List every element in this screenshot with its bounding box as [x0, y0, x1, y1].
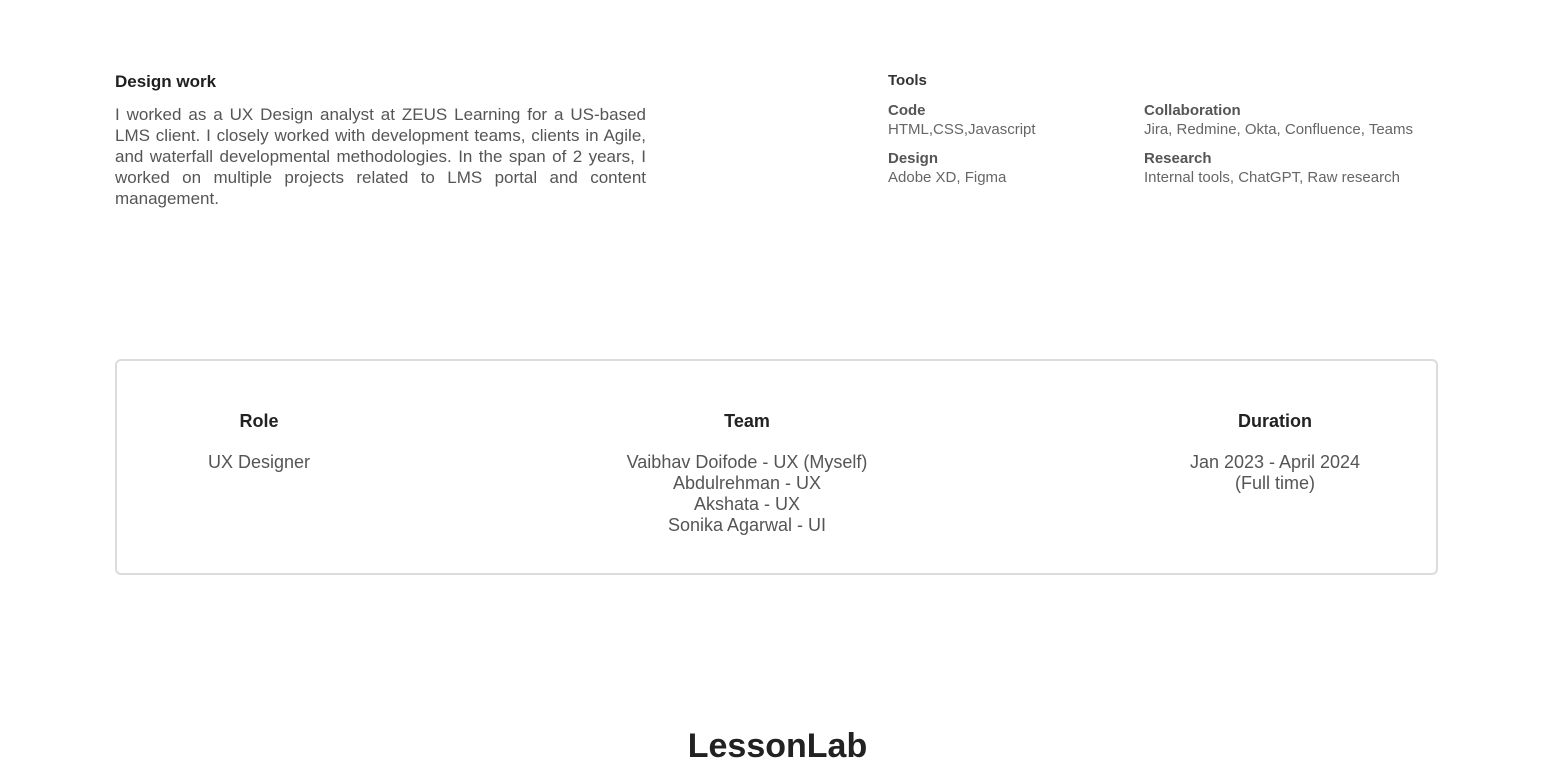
tools-grid: Code HTML,CSS,Javascript Collaboration J…: [888, 101, 1448, 187]
next-section-title: LessonLab: [687, 727, 868, 765]
team-lines: Vaibhav Doifode - UX (Myself) Abdulrehma…: [627, 452, 868, 536]
tool-research: Research Internal tools, ChatGPT, Raw re…: [1144, 149, 1444, 187]
tool-research-label: Research: [1144, 150, 1212, 167]
duration-title: Duration: [1238, 411, 1312, 431]
role-line: UX Designer: [207, 452, 311, 472]
duration-column: Duration Jan 2023 - April 2024 (Full tim…: [1190, 409, 1360, 494]
tools-title: Tools: [888, 72, 927, 89]
tool-collaboration: Collaboration Jira, Redmine, Okta, Confl…: [1144, 101, 1444, 139]
team-member: Akshata - UX: [693, 494, 801, 514]
team-column: Team Vaibhav Doifode - UX (Myself) Abdul…: [627, 409, 868, 536]
tool-code: Code HTML,CSS,Javascript: [888, 101, 1144, 139]
project-info-card: Role UX Designer Team Vaibhav Doifode - …: [115, 359, 1438, 575]
tool-design-value: Adobe XD, Figma: [888, 169, 1007, 186]
tools-section: Tools Code HTML,CSS,Javascript Collabora…: [888, 70, 1448, 187]
tool-collaboration-value: Jira, Redmine, Okta, Confluence, Teams: [1144, 121, 1414, 138]
tool-code-value: HTML,CSS,Javascript: [888, 121, 1036, 138]
tool-research-value: Internal tools, ChatGPT, Raw research: [1144, 169, 1400, 186]
role-column: Role UX Designer: [208, 409, 310, 473]
team-member: Sonika Agarwal - UI: [667, 515, 827, 535]
team-title: Team: [724, 411, 770, 431]
design-work-section: Design work I worked as a UX Design anal…: [115, 70, 646, 209]
duration-type: (Full time): [1235, 473, 1315, 493]
tool-collaboration-label: Collaboration: [1144, 102, 1241, 119]
duration-range: Jan 2023 - April 2024: [1189, 452, 1361, 472]
role-title: Role: [239, 411, 279, 431]
team-member: Vaibhav Doifode - UX (Myself): [626, 452, 868, 472]
duration-lines: Jan 2023 - April 2024 (Full time): [1190, 452, 1360, 494]
design-work-title: Design work: [115, 72, 217, 91]
tool-code-label: Code: [888, 102, 926, 119]
tool-design: Design Adobe XD, Figma: [888, 149, 1144, 187]
tool-design-label: Design: [888, 150, 939, 167]
design-work-description: I worked as a UX Design analyst at ZEUS …: [115, 105, 646, 208]
role-lines: UX Designer: [208, 452, 310, 473]
team-member: Abdulrehman - UX: [672, 473, 822, 493]
